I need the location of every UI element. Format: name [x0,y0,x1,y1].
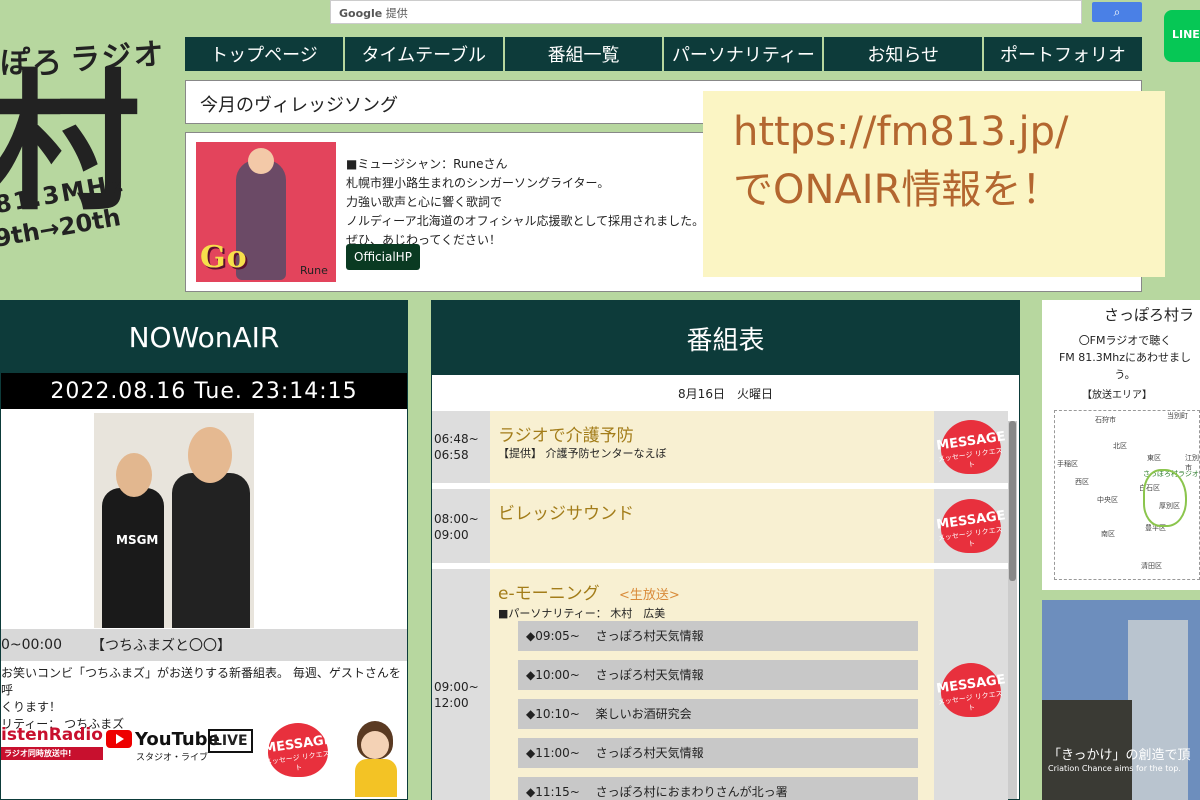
program-table-day: 8月16日 火曜日 [432,375,1019,411]
segment-item[interactable]: ◆11:00~ さっぽろ村天気情報 [518,738,918,768]
mascot-icon [341,721,399,797]
now-on-air-heading: NOWonAIR [1,301,407,373]
current-program-time: 0~00:00 [1,637,62,653]
program-time: 06:48~ 06:58 [434,432,479,462]
main-nav: トップページ タイムテーブル 番組一覧 パーソナリティー お知らせ ポートフォリ… [185,37,1142,71]
promo-caption-sub: Criation Chance aims for the top. [1048,764,1181,773]
listen-radio-link[interactable]: istenRadio ラジオ同時放送中! [1,725,103,760]
program-table: 番組表 8月16日 火曜日 06:48~ 06:58 ラジオで介護予防 【提供】… [431,300,1020,800]
youtube-play-icon [106,730,132,748]
nav-portfolio[interactable]: ポートフォリオ [984,37,1142,71]
program-table-scrollbar[interactable] [1008,421,1017,799]
line-share-button[interactable]: LINE [1164,10,1200,62]
program-row[interactable]: 08:00~ 09:00 ビレッジサウンド MESSAGE メッセージ リクエス… [432,489,1008,563]
message-request-button[interactable]: MESSAGE メッセージ リクエスト [935,659,1006,721]
broadcast-area-label: 【放送エリア】 [1082,390,1152,401]
google-search-input[interactable]: Google 提供 [330,0,1082,24]
current-datetime: 2022.08.16 Tue. 23:14:15 [1,373,407,409]
search-icon: ⌕ [1113,5,1121,19]
program-time: 09:00~ 12:00 [434,680,479,710]
promo-photo[interactable]: 「きっかけ」の創造で頂 Criation Chance aims for the… [1042,600,1200,800]
current-program-title: 【つちふまズと〇〇】 [91,638,231,654]
program-table-heading: 番組表 [432,301,1019,375]
segment-item[interactable]: ◆10:10~ 楽しいお酒研究会 [518,699,918,729]
message-request-button[interactable]: MESSAGE メッセージ リクエスト [935,495,1006,557]
broadcast-area-panel: さっぽろ村ラ 〇FMラジオで聴く FM 81.3Mhzにあわせまし う。 【放送… [1042,300,1200,590]
nav-news[interactable]: お知らせ [824,37,985,71]
program-sponsor: 【提供】 介護予防センターなえぼ [498,447,667,460]
segment-item[interactable]: ◆10:00~ さっぽろ村天気情報 [518,660,918,690]
current-program-bar: 0~00:00 【つちふまズと〇〇】 [1,629,407,661]
message-request-button[interactable]: MESSAGE メッセージ リクエスト [262,719,333,781]
station-area-outline [1143,469,1187,527]
map-title: さっぽろ村ラ [1104,306,1195,324]
site-logo[interactable]: ぽろ ラジオ 村 81.3MHz 9th→20th [0,30,178,290]
nav-top[interactable]: トップページ [185,37,345,71]
photo-shirt-text: MSGM [116,533,159,547]
scrollbar-thumb[interactable] [1009,421,1016,581]
program-title[interactable]: ビレッジサウンド [498,499,634,524]
now-on-air-panel: NOWonAIR 2022.08.16 Tue. 23:14:15 MSGM 0… [0,300,408,800]
segment-item[interactable]: ◆11:15~ さっぽろ村におまわりさんが北っ署 [518,777,918,800]
youtube-link[interactable]: YouTube スタジオ・ライブ [106,729,220,763]
message-request-button[interactable]: MESSAGE メッセージ リクエスト [935,416,1006,478]
program-photo: MSGM [94,413,254,628]
cover-artist: Rune [300,264,328,277]
program-title[interactable]: ラジオで介護予防 [498,421,634,446]
program-row[interactable]: 06:48~ 06:58 ラジオで介護予防 【提供】 介護予防センターなえぼ M… [432,411,1008,483]
program-personality: ■パーソナリティー： 木村 広美 [498,607,666,620]
promo-url: https://fm813.jp/ [733,109,1069,155]
segment-item[interactable]: ◆09:05~ さっぽろ村天気情報 [518,621,918,651]
google-label: Google [339,7,383,20]
program-row[interactable]: 09:00~ 12:00 e-モーニング <生放送> ■パーソナリティー： 木村… [432,569,1008,800]
nav-timetable[interactable]: タイムテーブル [345,37,505,71]
nav-personality[interactable]: パーソナリティー [664,37,825,71]
promo-caption: 「きっかけ」の創造で頂 [1048,748,1191,763]
search-button[interactable]: ⌕ [1092,2,1142,22]
nav-programs[interactable]: 番組一覧 [505,37,665,71]
google-sponsored-label: 提供 [385,7,408,20]
artist-description: ■ミュージシャン：Runeさん 札幌市狸小路生まれのシンガーソングライター。 力… [346,157,705,247]
broadcast-area-map[interactable]: 石狩市 当別町 北区 東区 江別市 手稲区 西区 中央区 白石区 厚別区 南区 … [1054,410,1200,580]
program-title[interactable]: e-モーニング <生放送> [498,579,680,604]
promo-text: でONAIR情報を！ [733,167,1062,213]
album-cover[interactable]: Go On！ Rune [196,142,336,282]
live-badge[interactable]: LIVE [208,729,253,753]
map-description: 〇FMラジオで聴く FM 81.3Mhzにあわせまし う。 [1058,334,1192,381]
onair-promo-banner: https://fm813.jp/ でONAIR情報を！ [703,91,1165,277]
listen-radio-sub: ラジオ同時放送中! [1,747,103,760]
program-time: 08:00~ 09:00 [434,512,479,542]
official-hp-button[interactable]: OfficialHP [346,244,420,270]
live-broadcast-label: <生放送> [619,588,680,603]
